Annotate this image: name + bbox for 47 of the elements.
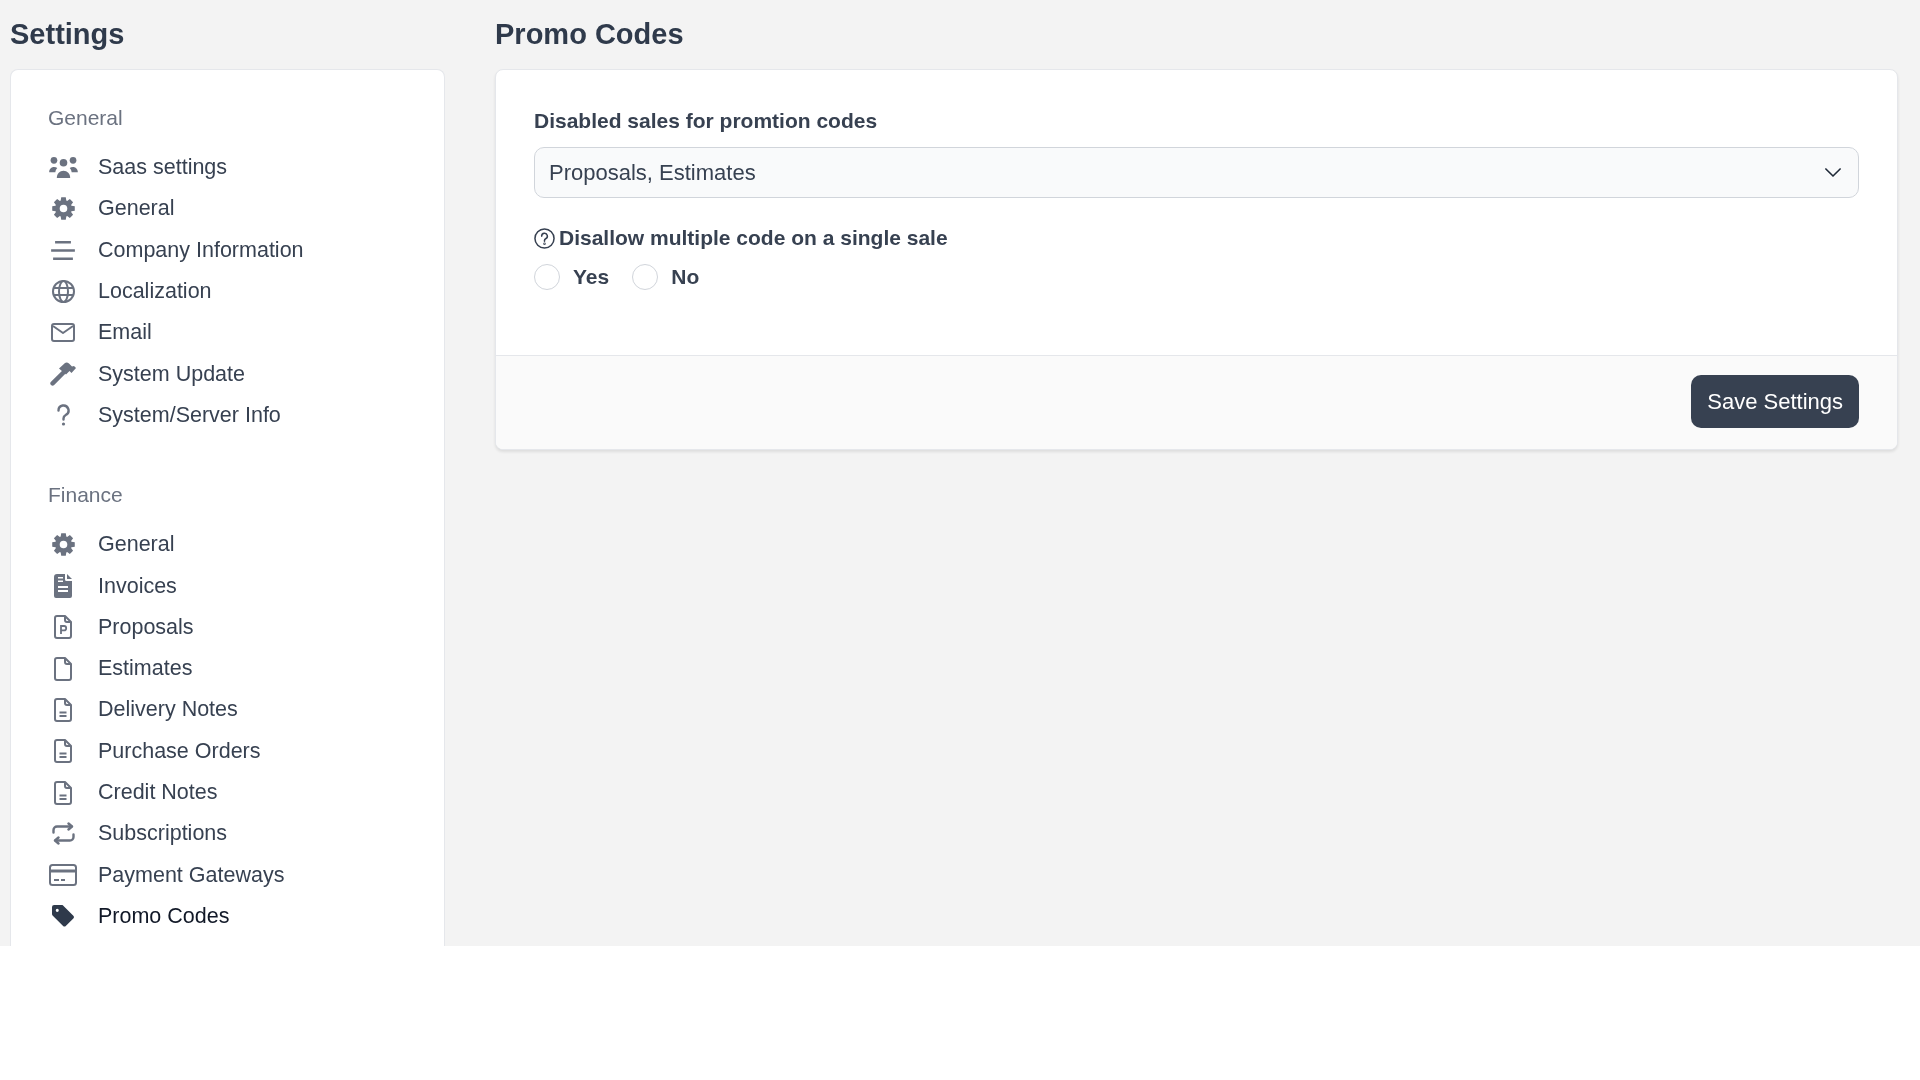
sidebar-item[interactable]: System Update xyxy=(48,353,245,395)
field-label: Disallow multiple code on a single sale xyxy=(559,226,948,250)
field-label: Disabled sales for promtion codes xyxy=(534,109,878,133)
settings-icon xyxy=(51,533,75,557)
save-button[interactable]: Save Settings xyxy=(1691,375,1859,428)
sidebar-item[interactable]: Company Information xyxy=(48,229,304,271)
sidebar-item[interactable]: Localization xyxy=(48,270,212,313)
sidebar-item[interactable]: Delivery Notes xyxy=(48,689,238,731)
page-title: Promo Codes xyxy=(495,17,684,52)
settings-icon xyxy=(51,197,75,221)
file-icon xyxy=(54,574,72,598)
sidebar-item[interactable]: Credit Notes xyxy=(48,771,218,814)
sidebar-item[interactable]: Proposals xyxy=(48,606,194,648)
document-icon xyxy=(54,780,72,805)
sidebar-item[interactable]: Promo Codes xyxy=(48,895,230,938)
radio-label[interactable]: Yes xyxy=(573,265,610,289)
sidebar-item[interactable]: System/Server Info xyxy=(48,394,281,437)
credit-card-icon xyxy=(49,864,77,887)
section-heading: Finance xyxy=(48,483,123,508)
radio-button[interactable] xyxy=(534,264,560,290)
sidebar-item[interactable]: Subscriptions xyxy=(48,813,228,855)
file-icon xyxy=(54,615,72,640)
sidebar-item[interactable]: Estimates xyxy=(48,647,193,690)
globe-icon xyxy=(51,280,75,304)
hammer-icon xyxy=(50,362,76,387)
sidebar-item[interactable]: Invoices xyxy=(48,565,177,607)
sidebar-item[interactable]: Payment Gateways xyxy=(48,854,285,896)
select-field[interactable]: Proposals, Estimates xyxy=(534,147,1859,198)
sidebar-item[interactable]: Purchase Orders xyxy=(48,730,261,772)
document-icon xyxy=(54,697,72,722)
users-icon xyxy=(48,157,78,179)
sidebar-item[interactable]: Saas settings xyxy=(48,147,228,189)
settings-title: Settings xyxy=(10,17,125,52)
envelope-icon xyxy=(51,323,75,343)
sidebar-item[interactable]: General xyxy=(48,524,175,566)
question-icon xyxy=(56,404,70,427)
radio-label[interactable]: No xyxy=(671,265,700,289)
lines-icon xyxy=(51,240,75,260)
sidebar-item[interactable]: Email xyxy=(48,312,152,354)
section-heading: General xyxy=(48,106,123,130)
repeat-icon xyxy=(51,822,75,846)
file-icon xyxy=(54,656,72,681)
chevron-down-icon xyxy=(1825,168,1841,177)
sidebar-item[interactable]: General xyxy=(48,188,175,230)
tag-icon xyxy=(52,905,74,928)
document-icon xyxy=(54,739,72,764)
radio-button[interactable] xyxy=(632,264,659,290)
